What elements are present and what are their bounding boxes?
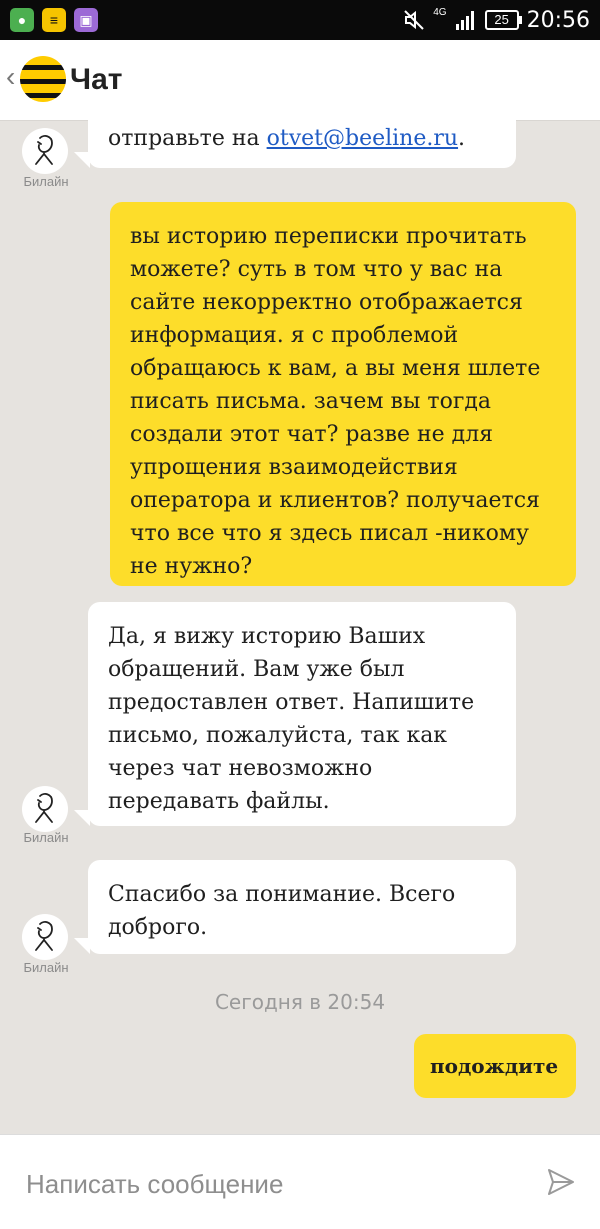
battery-icon: 25	[484, 10, 522, 30]
page-title: Чат	[70, 63, 123, 96]
message-outgoing: подождите	[414, 1034, 576, 1098]
message-incoming: Спасибо за понимание. Всего доброго.	[74, 860, 516, 954]
sender-label: Билайн	[23, 174, 69, 189]
beeline-app-icon: ≡	[42, 8, 66, 32]
mute-icon	[404, 10, 424, 30]
message-text: подождите	[430, 1054, 559, 1078]
chevron-left-icon: ‹	[6, 61, 16, 92]
back-button[interactable]: ‹	[6, 62, 15, 92]
sender-label: Билайн	[23, 960, 69, 975]
gallery-app-icon: ▣	[74, 8, 98, 32]
message-incoming: Да, я вижу историю Ваших обращений. Вам …	[74, 602, 516, 826]
notification-icons: ● ≡ ▣	[10, 8, 98, 32]
status-indicators: 4G 25 20:56	[403, 5, 590, 35]
operator-avatar	[22, 786, 68, 832]
operator-avatar	[22, 128, 68, 174]
mic-app-icon: ●	[10, 8, 34, 32]
beeline-logo	[20, 56, 66, 102]
message-text: .	[458, 126, 466, 151]
message-text: отправьте на	[108, 126, 267, 151]
operator-avatar-icon	[35, 793, 53, 823]
status-bar: ● ≡ ▣ 4G 25 20:56	[0, 0, 600, 40]
app-bar: ‹ Чат	[0, 40, 600, 121]
message-text: Да, я вижу историю Ваших обращений. Вам …	[108, 624, 475, 814]
email-link[interactable]: otvet@beeline.ru	[267, 126, 458, 151]
message-outgoing: вы историю переписки прочитать можете? с…	[110, 202, 576, 586]
clock: 20:56	[526, 7, 590, 33]
operator-avatar-icon	[35, 921, 53, 951]
date-separator: Сегодня в 20:54	[214, 990, 386, 1014]
message-incoming: отправьте на otvet@beeline.ru.	[74, 112, 516, 168]
operator-avatar-icon	[35, 135, 53, 165]
message-text: Спасибо за понимание. Всего доброго.	[108, 882, 456, 940]
send-icon[interactable]	[546, 1167, 576, 1197]
message-composer	[0, 1134, 600, 1229]
operator-avatar	[22, 914, 68, 960]
sender-label: Билайн	[23, 830, 69, 845]
message-text: вы историю переписки прочитать можете? с…	[130, 224, 541, 579]
network-type: 4G	[433, 6, 447, 18]
message-input[interactable]	[24, 1161, 508, 1207]
signal-icon	[455, 11, 474, 30]
